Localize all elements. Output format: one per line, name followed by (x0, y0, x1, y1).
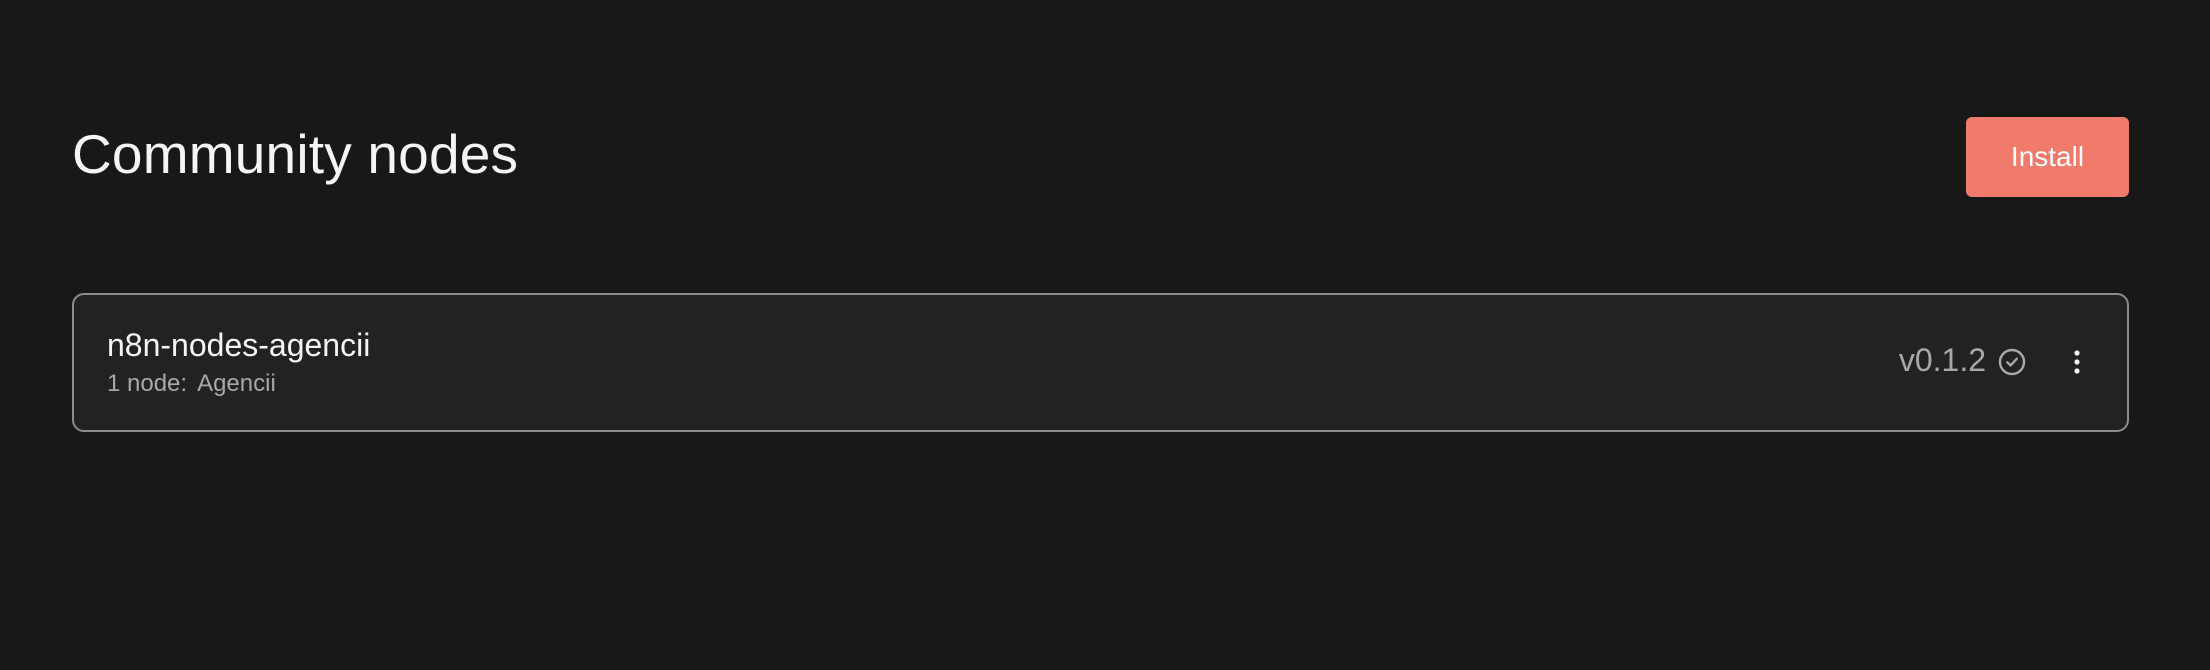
page-title: Community nodes (72, 123, 519, 185)
more-vertical-icon (2074, 350, 2080, 374)
install-button[interactable]: Install (1966, 117, 2129, 197)
package-nodes: 1 node: Agencii (107, 369, 276, 399)
node-name: Agencii (197, 370, 276, 397)
package-menu-button[interactable] (2067, 342, 2087, 382)
package-name: n8n-nodes-agencii (107, 327, 371, 363)
package-card: n8n-nodes-agencii 1 node: Agencii v0.1.2 (72, 293, 2129, 432)
check-circle-icon (1998, 348, 2026, 376)
page-header: Community nodes Install (72, 117, 2129, 197)
version-label: v0.1.2 (1898, 342, 1986, 378)
node-count: 1 node: (107, 370, 188, 397)
